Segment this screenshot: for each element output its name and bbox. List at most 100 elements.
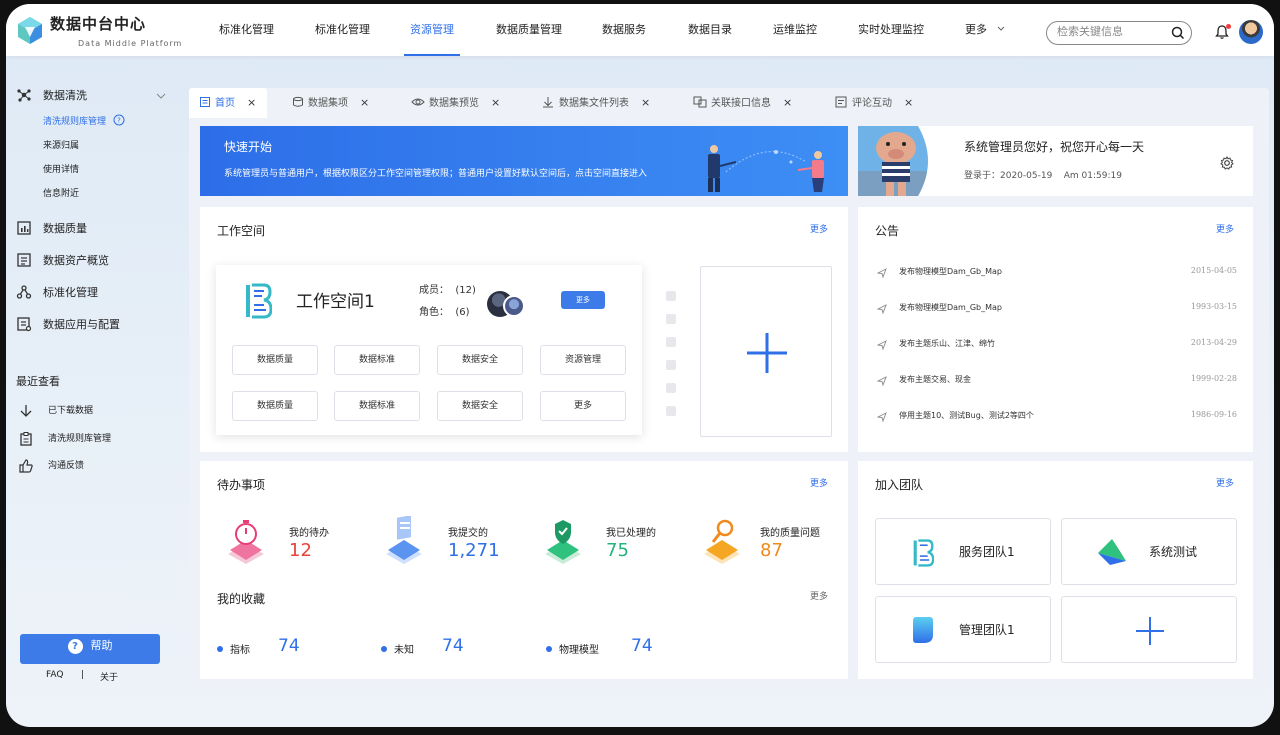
nav-more[interactable]: 更多 <box>965 4 1006 56</box>
team-more-link[interactable]: 更多 <box>1216 476 1234 489</box>
sidebar-sub-source[interactable]: 来源归属 <box>43 138 79 151</box>
stat-value-submitted[interactable]: 1,271 <box>448 540 500 561</box>
tab-dataset-preview[interactable]: 数据集预览 × <box>411 88 500 118</box>
recent-feedback[interactable]: 沟通反馈 <box>48 458 84 471</box>
notification-dot <box>1226 24 1231 29</box>
tab-dataset-items[interactable]: 数据集项 × <box>292 88 369 118</box>
notice-date: 2013-04-29 <box>1190 338 1237 347</box>
top-bar: 数据中台中心 Data Middle Platform 标准化管理 标准化管理 … <box>6 4 1274 56</box>
carousel-dot[interactable] <box>666 406 676 416</box>
close-icon[interactable]: × <box>247 96 256 109</box>
faq-link[interactable]: FAQ <box>46 670 63 680</box>
notice-date: 1993-03-15 <box>1190 302 1237 311</box>
nav-standard-2[interactable]: 标准化管理 <box>315 4 370 56</box>
help-circle-icon[interactable]: ? <box>113 114 125 126</box>
stat-label-quality-issues: 我的质量问题 <box>760 528 820 539</box>
nav-data-quality[interactable]: 数据质量管理 <box>496 4 562 56</box>
plus-icon <box>1136 617 1164 645</box>
sidebar-item-standard-manage[interactable]: 标准化管理 <box>43 284 98 300</box>
close-icon[interactable]: × <box>904 96 913 109</box>
nav-realtime-monitor[interactable]: 实时处理监控 <box>858 4 924 56</box>
recent-clean-rules[interactable]: 清洗规则库管理 <box>48 431 111 444</box>
tab-dataset-items-label: 数据集项 <box>308 98 348 109</box>
notice-date: 2015-04-05 <box>1190 266 1237 275</box>
notice-row[interactable]: 发布物理模型Dam_Gb_Map 2015-04-05 <box>877 266 1237 282</box>
workspace-more-button[interactable]: 更多 <box>561 291 605 309</box>
nav-data-service[interactable]: 数据服务 <box>602 4 646 56</box>
sidebar-group-data-clean[interactable]: 数据清洗 <box>43 87 87 103</box>
sidebar-item-data-quality[interactable]: 数据质量 <box>43 220 87 236</box>
stat-value-quality-issues[interactable]: 87 <box>760 540 783 561</box>
recent-downloaded[interactable]: 已下载数据 <box>48 403 93 416</box>
favorites-more-link[interactable]: 更多 <box>810 589 828 602</box>
tab-dataset-files[interactable]: 数据集文件列表 × <box>542 88 650 118</box>
sidebar-sub-nearby[interactable]: 信息附近 <box>43 186 79 199</box>
sidebar-item-asset-overview[interactable]: 数据资产概览 <box>43 252 109 268</box>
stat-value-processed[interactable]: 75 <box>606 540 629 561</box>
carousel-dot[interactable] <box>666 314 676 324</box>
add-workspace-button[interactable] <box>700 266 832 437</box>
sidebar-sub-clean-rules[interactable]: 清洗规则库管理 ? <box>43 114 125 127</box>
download-icon <box>543 97 553 108</box>
fav-value-metric[interactable]: 74 <box>278 636 300 656</box>
close-icon[interactable]: × <box>783 96 792 109</box>
notice-date: 1999-02-28 <box>1190 374 1237 383</box>
close-icon[interactable]: × <box>491 96 500 109</box>
gear-icon[interactable] <box>1220 156 1234 170</box>
nav-data-catalog[interactable]: 数据目录 <box>688 4 732 56</box>
send-icon <box>877 376 887 386</box>
stat-label-processed: 我已处理的 <box>606 528 656 539</box>
team-item[interactable]: 系统测试 <box>1061 518 1237 585</box>
ws-btn-data-standard-2[interactable]: 数据标准 <box>334 391 420 421</box>
tab-api-info[interactable]: 关联接口信息 × <box>693 88 792 118</box>
notice-more-link[interactable]: 更多 <box>1216 222 1234 235</box>
fav-value-unknown[interactable]: 74 <box>442 636 464 656</box>
notice-row[interactable]: 发布物理模型Dam_Gb_Map 1993-03-15 <box>877 302 1237 318</box>
fav-label-unknown: 未知 <box>394 645 414 656</box>
team-item[interactable]: 服务团队1 <box>875 518 1051 585</box>
nav-standard-1[interactable]: 标准化管理 <box>219 4 274 56</box>
carousel-dot[interactable] <box>666 291 676 301</box>
ws-btn-data-standard[interactable]: 数据标准 <box>334 345 420 375</box>
tab-home[interactable]: 首页 × <box>189 88 267 118</box>
about-link[interactable]: 关于 <box>100 670 118 683</box>
close-icon[interactable]: × <box>360 96 369 109</box>
notice-row[interactable]: 发布主题乐山、江津、绵竹 2013-04-29 <box>877 338 1237 354</box>
user-avatar[interactable] <box>1239 20 1263 44</box>
add-team-button[interactable] <box>1061 596 1237 663</box>
ws-btn-data-security-2[interactable]: 数据安全 <box>437 391 523 421</box>
notice-row[interactable]: 发布主题交易、现金 1999-02-28 <box>877 374 1237 390</box>
help-button[interactable]: ? 帮助 <box>20 634 160 664</box>
workspace-more-link[interactable]: 更多 <box>810 222 828 235</box>
ws-btn-data-quality-2[interactable]: 数据质量 <box>232 391 318 421</box>
carousel-dot[interactable] <box>666 360 676 370</box>
stat-label-my-todo: 我的待办 <box>289 528 329 539</box>
ws-btn-data-quality[interactable]: 数据质量 <box>232 345 318 375</box>
close-icon[interactable]: × <box>641 96 650 109</box>
fav-value-physical-model[interactable]: 74 <box>631 636 653 656</box>
nav-resource[interactable]: 资源管理 <box>410 4 454 56</box>
sidebar-sub-usage[interactable]: 使用详情 <box>43 162 79 175</box>
carousel-dot[interactable] <box>666 337 676 347</box>
carousel-dot[interactable] <box>666 383 676 393</box>
notice-row[interactable]: 停用主题10、测试Bug、测试2等四个 1986-09-16 <box>877 410 1237 426</box>
thumbs-up-icon <box>19 459 33 473</box>
question-icon: ? <box>67 639 83 654</box>
ws-btn-data-security[interactable]: 数据安全 <box>437 345 523 375</box>
search-icon[interactable] <box>1171 26 1185 40</box>
greeting-card: 系统管理员您好，祝您开心每一天 登录于：2020-05-19 Am 01:59:… <box>858 126 1253 196</box>
ws-btn-resource[interactable]: 资源管理 <box>540 345 626 375</box>
tab-comments[interactable]: 评论互动 × <box>835 88 913 118</box>
ws-btn-more[interactable]: 更多 <box>540 391 626 421</box>
sidebar-item-app-config[interactable]: 数据应用与配置 <box>43 316 120 332</box>
app-config-icon <box>17 317 32 332</box>
chevron-up-icon[interactable] <box>156 92 166 100</box>
svg-text:?: ? <box>117 117 121 125</box>
data-quality-icon <box>17 221 31 235</box>
todo-more-link[interactable]: 更多 <box>810 476 828 489</box>
notice-date: 1986-09-16 <box>1190 410 1237 419</box>
nav-ops-monitor[interactable]: 运维监控 <box>773 4 817 56</box>
shield-logo-icon <box>913 617 933 643</box>
stat-value-my-todo[interactable]: 12 <box>289 540 312 561</box>
team-item[interactable]: 管理团队1 <box>875 596 1051 663</box>
